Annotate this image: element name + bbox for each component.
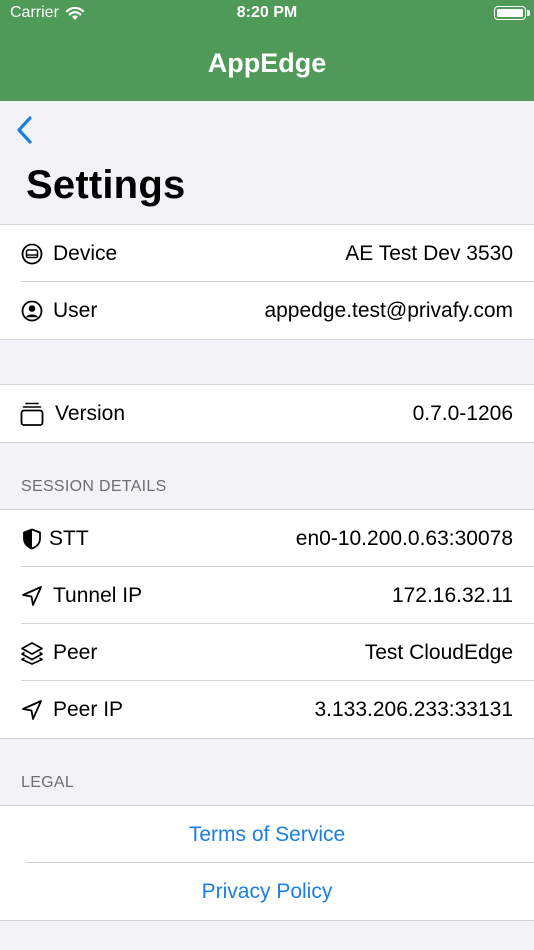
tunnel-ip-value: 172.16.32.11 — [391, 583, 513, 607]
legal-section-header: LEGAL — [21, 774, 75, 791]
status-time: 8:20 PM — [236, 4, 298, 21]
tunnel-ip-label: Tunnel IP — [53, 583, 143, 607]
peer-label: Peer — [53, 640, 98, 664]
location-arrow-icon — [20, 584, 44, 608]
tunnel-ip-row[interactable]: Tunnel IP 172.16.32.11 — [0, 566, 534, 624]
device-icon — [20, 242, 44, 266]
user-icon — [20, 299, 44, 323]
version-group: Version 0.7.0-1206 — [0, 384, 534, 443]
peer-ip-label: Peer IP — [53, 697, 124, 721]
session-group: STT en0-10.200.0.63:30078 Tunnel IP 172.… — [0, 509, 534, 739]
legal-group: Terms of Service Privacy Policy — [0, 805, 534, 921]
privacy-policy-link[interactable]: Privacy Policy — [0, 862, 534, 920]
stt-label: STT — [49, 526, 89, 550]
back-button[interactable] — [14, 114, 38, 146]
user-value: appedge.test@privafy.com — [264, 298, 513, 322]
layers-icon — [20, 641, 44, 665]
peer-ip-value: 3.133.206.233:33131 — [314, 697, 513, 721]
session-section-header: SESSION DETAILS — [21, 478, 167, 495]
version-stack-icon — [20, 402, 44, 426]
stt-row[interactable]: STT en0-10.200.0.63:30078 — [0, 510, 534, 567]
battery-icon — [494, 6, 530, 20]
privacy-policy-label: Privacy Policy — [201, 879, 333, 903]
chevron-left-icon — [14, 114, 38, 146]
page-title: Settings — [26, 163, 186, 207]
shield-icon — [20, 527, 44, 551]
account-group: Device AE Test Dev 3530 User appedge.tes… — [0, 224, 534, 340]
terms-of-service-label: Terms of Service — [188, 822, 346, 846]
device-row[interactable]: Device AE Test Dev 3530 — [0, 225, 534, 282]
device-value: AE Test Dev 3530 — [345, 241, 513, 265]
peer-value: Test CloudEdge — [364, 640, 513, 664]
app-header: Carrier 8:20 PM AppEdge — [0, 0, 534, 101]
version-label: Version — [55, 401, 126, 425]
version-value: 0.7.0-1206 — [412, 401, 513, 425]
stt-value: en0-10.200.0.63:30078 — [295, 526, 513, 550]
app-title: AppEdge — [207, 48, 327, 78]
user-label: User — [53, 298, 98, 322]
version-row[interactable]: Version 0.7.0-1206 — [0, 385, 534, 442]
peer-ip-row[interactable]: Peer IP 3.133.206.233:33131 — [0, 680, 534, 738]
user-row[interactable]: User appedge.test@privafy.com — [0, 281, 534, 339]
peer-row[interactable]: Peer Test CloudEdge — [0, 623, 534, 681]
terms-of-service-link[interactable]: Terms of Service — [0, 806, 534, 863]
device-label: Device — [53, 241, 118, 265]
location-arrow-icon — [20, 698, 44, 722]
status-bar: Carrier 8:20 PM — [0, 0, 534, 28]
